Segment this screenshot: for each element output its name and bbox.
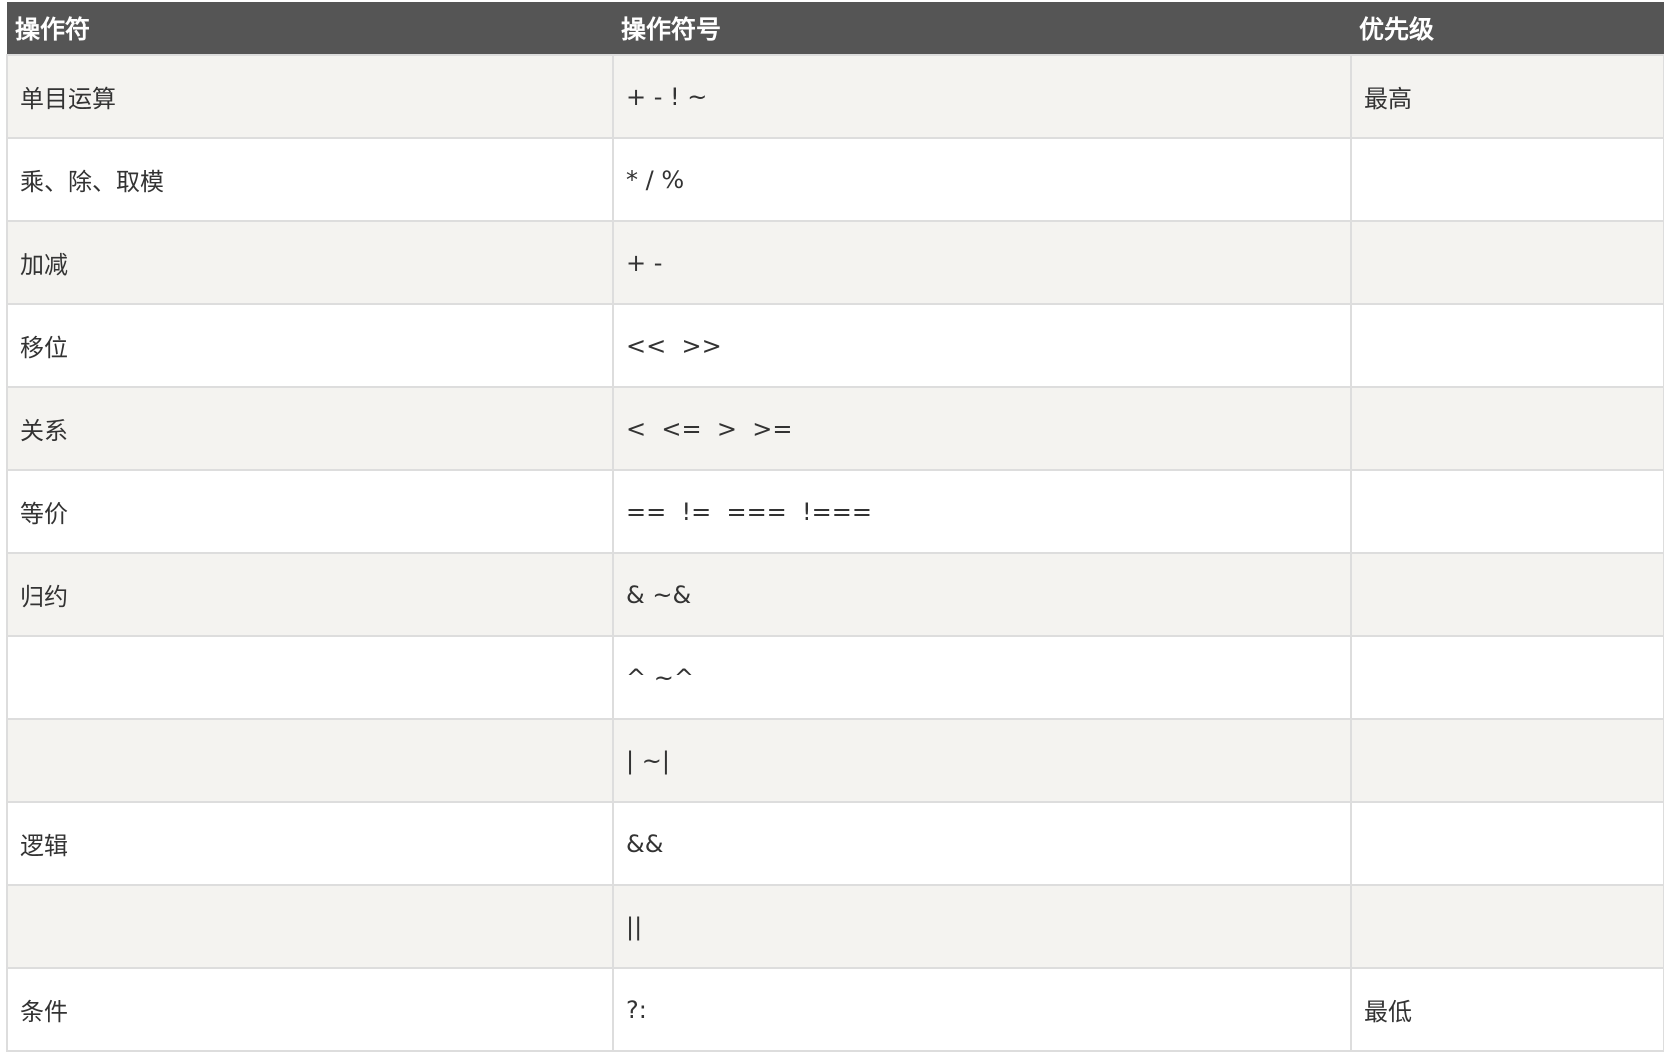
cell-priority — [1350, 469, 1664, 554]
table-row: 归约 & ~& — [6, 552, 1664, 637]
table-row: 加减 + - — [6, 220, 1664, 305]
operator-precedence-table: 操作符 操作符号 优先级 单目运算 + - ! ~ 最高 乘、除、取模 * / … — [6, 2, 1664, 1052]
cell-priority — [1350, 137, 1664, 222]
cell-operator: 等价 — [6, 469, 614, 554]
cell-symbols: & ~& — [612, 552, 1352, 637]
header-row: 操作符 操作符号 优先级 — [7, 2, 1664, 55]
table-row: | ~| — [6, 718, 1664, 803]
cell-priority — [1350, 635, 1664, 720]
cell-symbols: == != === !=== — [612, 469, 1352, 554]
cell-priority: 最高 — [1350, 54, 1664, 139]
cell-operator: 加减 — [6, 220, 614, 305]
cell-operator: 逻辑 — [6, 801, 614, 886]
cell-operator: 移位 — [6, 303, 614, 388]
table-row: 逻辑 && — [6, 801, 1664, 886]
cell-priority — [1350, 220, 1664, 305]
header-priority: 优先级 — [1351, 2, 1664, 55]
table-row: || — [6, 884, 1664, 969]
cell-symbols: && — [612, 801, 1352, 886]
cell-priority — [1350, 884, 1664, 969]
cell-operator: 乘、除、取模 — [6, 137, 614, 222]
table-body: 单目运算 + - ! ~ 最高 乘、除、取模 * / % 加减 + - 移位 <… — [6, 54, 1664, 1052]
cell-priority — [1350, 552, 1664, 637]
table-row: 乘、除、取模 * / % — [6, 137, 1664, 222]
cell-priority — [1350, 718, 1664, 803]
table-row: 移位 << >> — [6, 303, 1664, 388]
table-row: ^ ~^ — [6, 635, 1664, 720]
cell-symbols: ^ ~^ — [612, 635, 1352, 720]
cell-operator — [6, 884, 614, 969]
cell-symbols: * / % — [612, 137, 1352, 222]
table-row: 条件 ?: 最低 — [6, 967, 1664, 1052]
table-row: 关系 < <= > >= — [6, 386, 1664, 471]
cell-operator — [6, 635, 614, 720]
cell-operator: 单目运算 — [6, 54, 614, 139]
cell-priority — [1350, 303, 1664, 388]
cell-symbols: << >> — [612, 303, 1352, 388]
cell-operator — [6, 718, 614, 803]
header-operator: 操作符 — [7, 2, 613, 55]
table-row: 单目运算 + - ! ~ 最高 — [6, 54, 1664, 139]
header-symbols: 操作符号 — [613, 2, 1351, 55]
cell-symbols: || — [612, 884, 1352, 969]
cell-operator: 关系 — [6, 386, 614, 471]
table-header: 操作符 操作符号 优先级 — [7, 2, 1664, 55]
cell-symbols: | ~| — [612, 718, 1352, 803]
cell-priority — [1350, 801, 1664, 886]
cell-operator: 条件 — [6, 967, 614, 1052]
table-row: 等价 == != === !=== — [6, 469, 1664, 554]
cell-symbols: + - — [612, 220, 1352, 305]
cell-priority: 最低 — [1350, 967, 1664, 1052]
cell-operator: 归约 — [6, 552, 614, 637]
cell-symbols: ?: — [612, 967, 1352, 1052]
cell-symbols: < <= > >= — [612, 386, 1352, 471]
operator-precedence-table-container: 操作符 操作符号 优先级 单目运算 + - ! ~ 最高 乘、除、取模 * / … — [6, 2, 1664, 1052]
cell-priority — [1350, 386, 1664, 471]
cell-symbols: + - ! ~ — [612, 54, 1352, 139]
